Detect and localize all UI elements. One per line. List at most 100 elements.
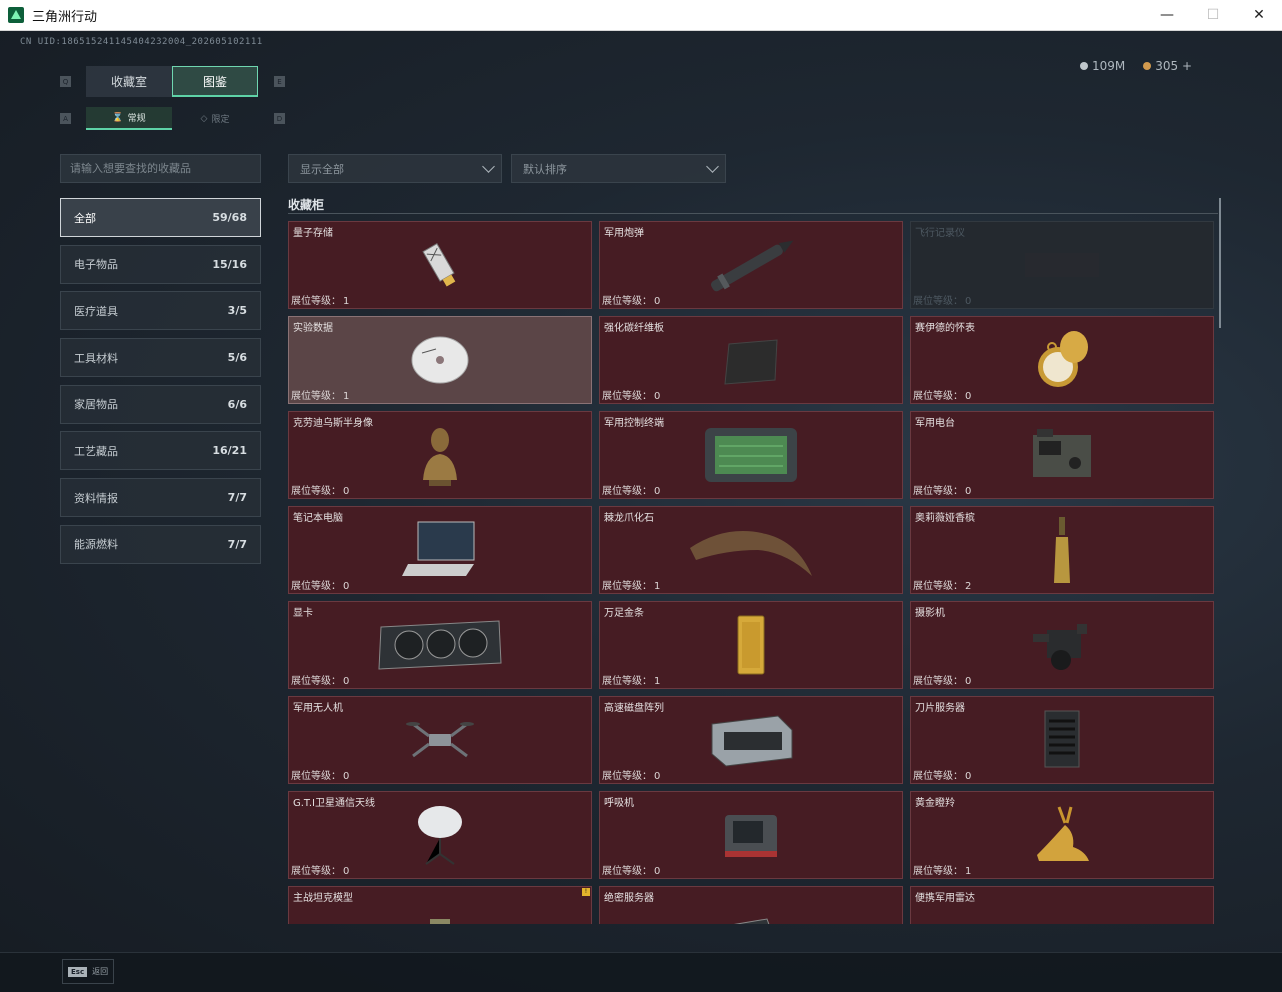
- collection-card[interactable]: 军用无人机展位等级： 0: [288, 696, 592, 784]
- collection-card[interactable]: 军用电台 展位等级： 0: [910, 411, 1214, 499]
- category-item[interactable]: 工艺藏品 16/21: [60, 431, 261, 471]
- item-name: 奥莉薇娅香槟: [915, 513, 975, 524]
- currency-gold-value[interactable]: 305 +: [1155, 59, 1192, 73]
- item-level: 展位等级： 0: [291, 672, 349, 687]
- category-item[interactable]: 电子物品 15/16: [60, 244, 261, 284]
- grid-scrollbar[interactable]: [1219, 198, 1221, 328]
- main-tabs: 收藏室 图鉴: [86, 66, 258, 97]
- item-name: 摄影机: [915, 608, 945, 619]
- collection-card[interactable]: 强化碳纤维板 展位等级： 0: [599, 316, 903, 404]
- sub-tabs: ⌛ 常规 ◇ 限定: [86, 107, 258, 130]
- category-item[interactable]: 资料情报 7/7: [60, 478, 261, 518]
- item-level-label: 展位等级：: [913, 866, 963, 877]
- collection-card[interactable]: 呼吸机 展位等级： 0: [599, 791, 903, 879]
- item-level-label: 展位等级：: [291, 581, 341, 592]
- collection-grid-viewport: 量子存储 展位等级： 1 军用炮弹 展位等级： 0 飞行记录仪 展位等级： 0 实验数据 展位等级：…: [288, 221, 1214, 924]
- item-level-label: 展位等级：: [291, 296, 341, 307]
- category-label: 全部: [74, 211, 96, 225]
- item-name: 显卡: [293, 608, 313, 619]
- item-level: 展位等级： 0: [291, 767, 349, 782]
- collection-card[interactable]: 万足金条 展位等级： 1: [599, 601, 903, 689]
- tab-catalog[interactable]: 图鉴: [172, 66, 258, 97]
- item-level-label: 展位等级：: [602, 486, 652, 497]
- currency-gold[interactable]: 305 +: [1143, 59, 1192, 73]
- collection-card[interactable]: 主战坦克模型展位等级：0!: [288, 886, 592, 924]
- collection-card[interactable]: 黄金瞪羚 展位等级： 1: [910, 791, 1214, 879]
- currency-bar: 109M 305 +: [1079, 59, 1192, 73]
- item-level-label: 展位等级：: [913, 296, 963, 307]
- category-count: 15/16: [212, 257, 247, 271]
- subtab-limited[interactable]: ◇ 限定: [172, 107, 258, 130]
- item-level-value: 0: [343, 866, 350, 877]
- item-name: 飞行记录仪: [915, 228, 965, 239]
- item-level: 展位等级： 0: [913, 767, 971, 782]
- item-name: 便携军用雷达: [915, 893, 975, 904]
- item-level-label: 展位等级：: [291, 391, 341, 402]
- maximize-button[interactable]: ☐: [1190, 0, 1236, 31]
- collection-card[interactable]: 便携军用雷达展位等级：0: [910, 886, 1214, 924]
- tab-next-key-icon[interactable]: E: [274, 76, 285, 87]
- item-level-label: 展位等级：: [602, 296, 652, 307]
- item-level-value: 0: [343, 771, 350, 782]
- item-name: 赛伊德的怀表: [915, 323, 975, 334]
- category-item[interactable]: 家居物品 6/6: [60, 384, 261, 424]
- minimize-button[interactable]: —: [1144, 0, 1190, 31]
- collection-card[interactable]: 克劳迪乌斯半身像 展位等级： 0: [288, 411, 592, 499]
- item-level-value: 1: [654, 676, 661, 687]
- item-level-value: 0: [965, 771, 972, 782]
- section-title: 收藏柜: [288, 198, 325, 212]
- collection-card[interactable]: 摄影机 展位等级： 0: [910, 601, 1214, 689]
- item-level-label: 展位等级：: [291, 486, 341, 497]
- subtab-regular[interactable]: ⌛ 常规: [86, 107, 172, 130]
- item-level-value: 1: [654, 581, 661, 592]
- item-level-label: 展位等级：: [291, 676, 341, 687]
- collection-card[interactable]: G.T.I卫星通信天线 展位等级： 0: [288, 791, 592, 879]
- collection-card[interactable]: 笔记本电脑 展位等级： 0: [288, 506, 592, 594]
- item-name: 主战坦克模型: [293, 893, 353, 904]
- collection-card[interactable]: 刀片服务器 展位等级： 0: [910, 696, 1214, 784]
- close-button[interactable]: ✕: [1236, 0, 1282, 31]
- subtab-prev-key-icon[interactable]: A: [60, 113, 71, 124]
- sort-dropdown-value: 默认排序: [523, 162, 567, 176]
- category-item[interactable]: 全部 59/68: [60, 198, 261, 237]
- item-level: 展位等级： 0: [602, 292, 660, 307]
- filter-dropdown[interactable]: 显示全部: [288, 154, 502, 183]
- tab-collection-room[interactable]: 收藏室: [86, 66, 172, 97]
- collection-card[interactable]: 实验数据 展位等级： 1: [288, 316, 592, 404]
- alert-badge-icon: !: [582, 888, 590, 896]
- category-item[interactable]: 医疗道具 3/5: [60, 291, 261, 331]
- collection-card[interactable]: 军用炮弹 展位等级： 0: [599, 221, 903, 309]
- collection-card[interactable]: 高速磁盘阵列 展位等级： 0: [599, 696, 903, 784]
- collection-card[interactable]: 显卡展位等级： 0: [288, 601, 592, 689]
- sort-dropdown[interactable]: 默认排序: [511, 154, 726, 183]
- item-level-label: 展位等级：: [602, 866, 652, 877]
- item-name: 万足金条: [604, 608, 644, 619]
- item-level-label: 展位等级：: [291, 866, 341, 877]
- subtab-next-key-icon[interactable]: D: [274, 113, 285, 124]
- category-item[interactable]: 工具材料 5/6: [60, 338, 261, 378]
- category-count: 5/6: [227, 351, 247, 365]
- back-button[interactable]: Esc 返回: [62, 959, 114, 984]
- collection-card[interactable]: 军用控制终端 展位等级： 0: [599, 411, 903, 499]
- item-name: 军用无人机: [293, 703, 343, 714]
- item-level: 展位等级： 0: [602, 387, 660, 402]
- chevron-down-icon: [706, 159, 719, 173]
- game-area: CN UID:18651524114540423​2004_2026051021…: [0, 31, 1282, 992]
- collection-card[interactable]: 量子存储 展位等级： 1: [288, 221, 592, 309]
- collection-card[interactable]: 飞行记录仪 展位等级： 0: [910, 221, 1214, 309]
- item-level: 展位等级： 0: [913, 387, 971, 402]
- search-input[interactable]: [60, 154, 261, 183]
- collection-card[interactable]: 奥莉薇娅香槟 展位等级： 2: [910, 506, 1214, 594]
- item-level-value: 0: [654, 771, 661, 782]
- item-level-value: 1: [343, 296, 350, 307]
- category-count: 3/5: [227, 304, 247, 318]
- collection-card[interactable]: 赛伊德的怀表展位等级： 0: [910, 316, 1214, 404]
- silver-coin-icon: [1079, 62, 1088, 70]
- tab-prev-key-icon[interactable]: Q: [60, 76, 71, 87]
- item-level: 展位等级： 0: [291, 482, 349, 497]
- collection-card[interactable]: 棘龙爪化石 展位等级： 1: [599, 506, 903, 594]
- item-level-value: 0: [654, 486, 661, 497]
- item-name: G.T.I卫星通信天线: [293, 798, 375, 809]
- category-item[interactable]: 能源燃料 7/7: [60, 524, 261, 564]
- collection-card[interactable]: 绝密服务器展位等级：0: [599, 886, 903, 924]
